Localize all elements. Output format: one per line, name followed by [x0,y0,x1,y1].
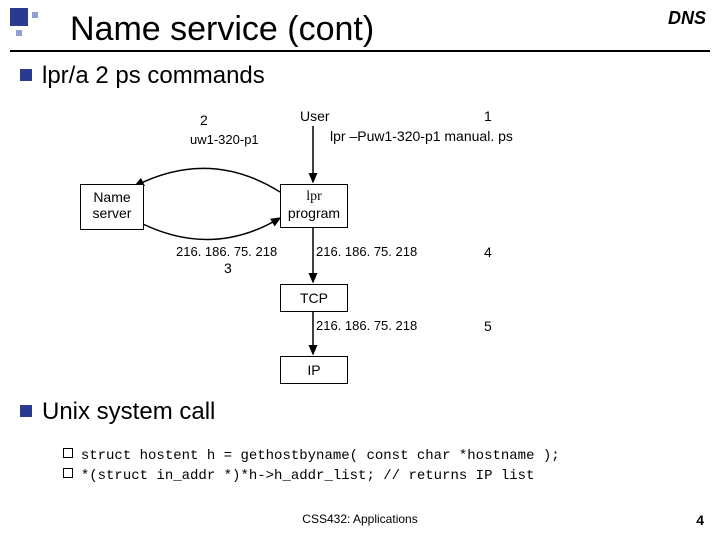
lpr-program-box: lpr program [280,184,348,228]
diagram-step-3: 3 [224,260,232,276]
page-title: Name service (cont) [70,10,374,49]
lpr-label-top: lpr [306,189,322,204]
diagram: User 1 2 uw1-320-p1 lpr –Puw1-320-p1 man… [80,100,640,390]
dns-label: DNS [668,8,706,29]
tcp-box: TCP [280,284,348,312]
diagram-ip-5: 216. 186. 75. 218 [316,318,417,333]
diagram-ip-4: 216. 186. 75. 218 [316,244,417,259]
tcp-label: TCP [300,290,328,306]
bullet-icon [20,69,32,81]
sub-bullet-icon [63,468,73,478]
diagram-user-label: User [300,108,330,124]
corner-decoration [10,8,50,48]
bullet-text: lpr/a 2 ps commands [42,62,265,89]
diagram-hostname: uw1-320-p1 [190,132,259,147]
title-rule [10,50,710,52]
ip-label: IP [307,362,320,378]
footer-course: CSS432: Applications [0,512,720,526]
name-server-box: Name server [80,184,144,230]
bullet-icon [20,405,32,417]
diagram-ip-3: 216. 186. 75. 218 [176,244,277,259]
diagram-command: lpr –Puw1-320-p1 manual. ps [330,128,513,144]
diagram-step-4: 4 [484,244,492,260]
code-text: *(struct in_addr *)*h->h_addr_list; // r… [81,468,535,484]
footer-page-number: 4 [696,512,704,528]
bullet-unix-syscall: Unix system call [20,398,215,426]
ip-box: IP [280,356,348,384]
diagram-step-1: 1 [484,108,492,124]
diagram-step-5: 5 [484,318,492,334]
bullet-lpr-commands: lpr/a 2 ps commands [20,62,265,90]
code-line-2: *(struct in_addr *)*h->h_addr_list; // r… [46,452,535,484]
name-server-label: Name server [93,189,132,221]
lpr-label-bottom: program [288,205,340,221]
bullet-text: Unix system call [42,398,215,425]
diagram-step-2: 2 [200,112,208,128]
